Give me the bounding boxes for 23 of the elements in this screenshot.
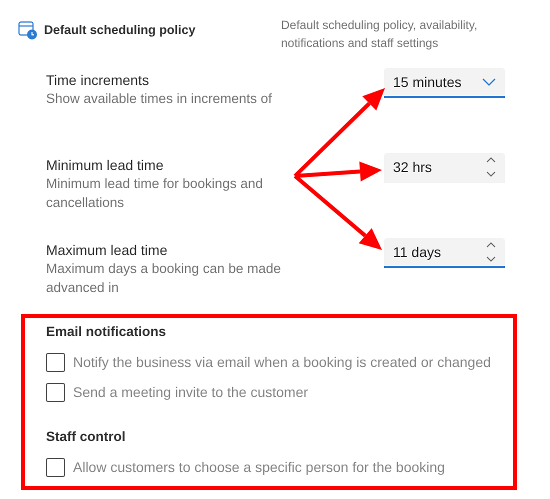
checkbox-label: Send a meeting invite to the customer (73, 384, 308, 400)
number-field[interactable]: 11 days (384, 238, 505, 268)
checkbox-label: Allow customers to choose a specific person for the booking (73, 459, 445, 475)
section-description: Default scheduling policy, availability, notifications and staff settings (281, 17, 478, 52)
section-title: Default scheduling policy (44, 23, 196, 37)
checkbox-label: Notify the business via email when a booking is created or changed (73, 354, 491, 370)
group-heading: Staff control (46, 429, 126, 444)
number-field[interactable]: 32 hrs (384, 153, 505, 183)
spinner-arrows-icon (486, 157, 496, 177)
spinner-arrows-icon (486, 242, 496, 262)
setting-description: Show available times in increments of (46, 90, 273, 108)
chevron-down-icon (482, 78, 496, 86)
setting-description: Minimum lead time for bookings and cancellations (46, 175, 264, 212)
calendar-clock-icon (18, 20, 38, 40)
group-heading: Email notifications (46, 324, 168, 339)
setting-label: Maximum lead time (46, 241, 168, 259)
setting-description: Maximum days a booking can be made advanced in (46, 260, 282, 297)
checkbox[interactable] (46, 382, 65, 402)
checkbox[interactable] (46, 352, 65, 372)
checkbox[interactable] (46, 458, 65, 476)
setting-label: Minimum lead time (46, 156, 164, 174)
dropdown[interactable]: 15 minutes (384, 68, 505, 98)
setting-label: Time increments (46, 71, 150, 89)
